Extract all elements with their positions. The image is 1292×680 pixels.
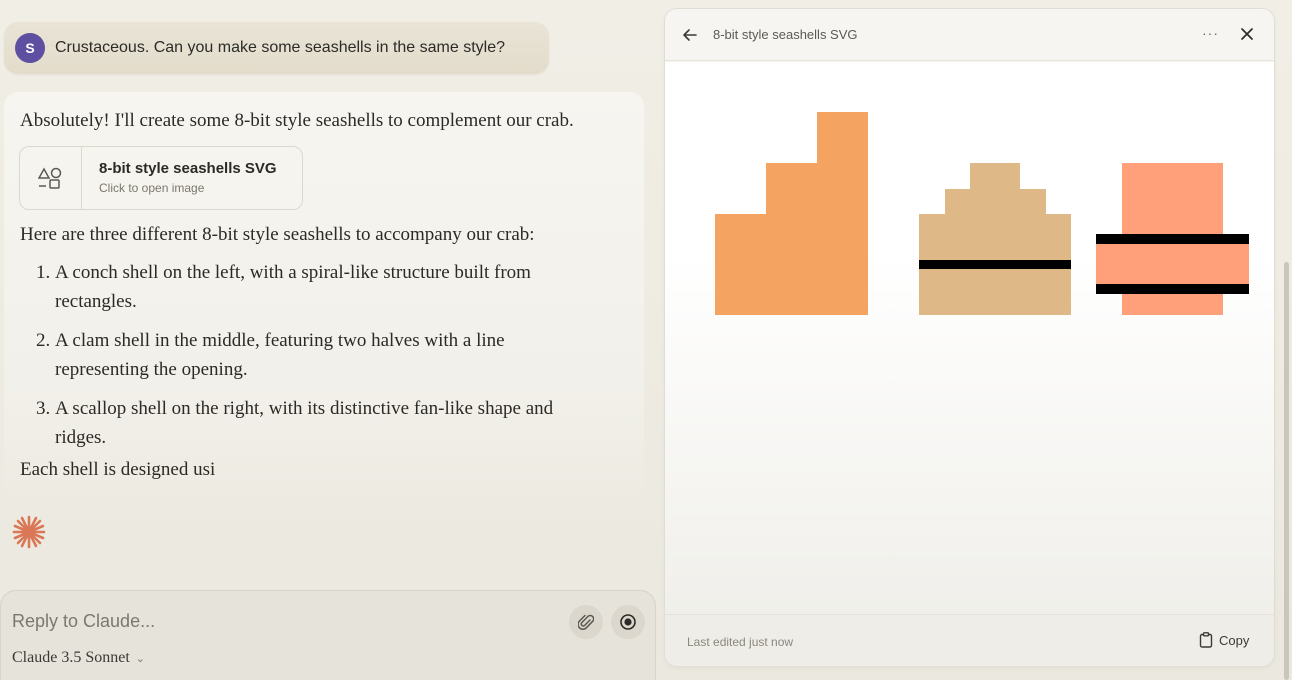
back-arrow-icon[interactable] <box>681 26 699 44</box>
user-message-text: Crustaceous. Can you make some seashells… <box>55 39 505 56</box>
close-icon[interactable] <box>1239 26 1255 42</box>
list-text-line2: ridges. <box>55 427 107 448</box>
streaming-text: Each shell is designed usi <box>20 459 216 480</box>
artifact-card-title: 8-bit style seashells SVG <box>99 160 277 177</box>
clam-shell <box>919 163 1071 315</box>
scallop-shell <box>1096 163 1249 315</box>
chevron-down-icon: ⌄ <box>135 652 145 665</box>
shell-list: 1. A conch shell on the left, with a spi… <box>36 258 596 462</box>
artifact-card-subtitle: Click to open image <box>99 181 205 195</box>
artifact-pane: 8-bit style seashells SVG ··· Last edite… <box>665 9 1274 666</box>
list-number: 1. <box>36 262 51 283</box>
model-selector[interactable]: Claude 3.5 Sonnet ⌄ <box>12 649 145 667</box>
list-text-line2: representing the opening. <box>55 359 248 380</box>
attach-button[interactable] <box>569 605 603 639</box>
list-text-line1: A conch shell on the left, with a spiral… <box>55 262 531 283</box>
list-text-line2: rectangles. <box>55 291 137 312</box>
card-icon-box <box>20 147 82 209</box>
user-message: S Crustaceous. Can you make some seashel… <box>4 22 549 74</box>
chat-pane: S Crustaceous. Can you make some seashel… <box>0 0 656 680</box>
assistant-intro: Absolutely! I'll create some 8-bit style… <box>20 110 574 131</box>
copy-button[interactable]: Copy <box>1199 632 1249 648</box>
artifact-footer: Last edited just now Copy <box>665 614 1274 666</box>
list-number: 3. <box>36 398 51 419</box>
copy-label: Copy <box>1219 632 1250 648</box>
model-name: Claude 3.5 Sonnet <box>12 649 130 666</box>
card-text: 8-bit style seashells SVG Click to open … <box>82 147 277 209</box>
reply-input[interactable] <box>12 611 532 632</box>
seashells-svg <box>715 112 1249 315</box>
list-item: 1. A conch shell on the left, with a spi… <box>36 258 596 316</box>
artifact-card[interactable]: 8-bit style seashells SVG Click to open … <box>19 146 303 210</box>
clipboard-icon <box>1199 632 1213 648</box>
artifact-canvas <box>665 62 1274 614</box>
artifact-title: 8-bit style seashells SVG <box>713 27 858 42</box>
record-button[interactable] <box>611 605 645 639</box>
list-text-line1: A scallop shell on the right, with its d… <box>55 398 554 419</box>
list-intro: Here are three different 8-bit style sea… <box>20 224 535 245</box>
user-avatar[interactable]: S <box>15 33 45 63</box>
list-number: 2. <box>36 330 51 351</box>
record-icon <box>620 614 636 630</box>
list-item: 3. A scallop shell on the right, with it… <box>36 394 596 452</box>
list-item: 2. A clam shell in the middle, featuring… <box>36 326 596 384</box>
more-options-icon[interactable]: ··· <box>1202 25 1219 41</box>
assistant-message: Absolutely! I'll create some 8-bit style… <box>4 92 644 512</box>
paperclip-icon <box>578 614 594 630</box>
scrollbar[interactable] <box>1284 262 1289 680</box>
last-edited-status: Last edited just now <box>687 635 794 649</box>
claude-spark-icon <box>12 515 46 549</box>
conch-shell <box>715 112 868 315</box>
artifact-header: 8-bit style seashells SVG ··· <box>665 9 1274 61</box>
composer: Claude 3.5 Sonnet ⌄ <box>0 590 656 680</box>
shapes-icon <box>37 167 61 189</box>
list-text-line1: A clam shell in the middle, featuring tw… <box>55 330 505 351</box>
